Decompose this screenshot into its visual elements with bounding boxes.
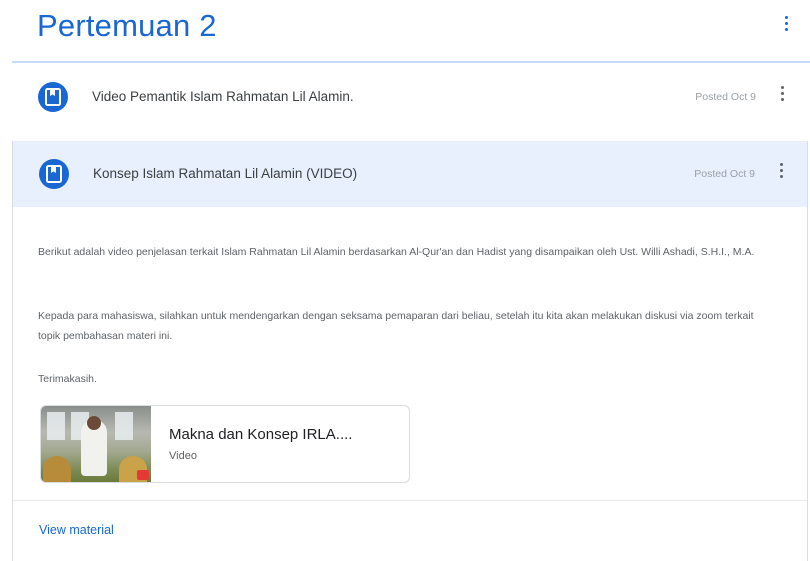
attachment-type: Video [169,450,197,462]
attachment-title: Makna dan Konsep IRLA.... [169,426,353,443]
topic-more-icon[interactable] [778,14,794,36]
material-icon [39,159,69,189]
more-vert-icon[interactable] [773,161,789,183]
posted-date: Posted Oct 9 [694,168,755,180]
topic-title: Pertemuan 2 [37,8,217,43]
youtube-icon [137,470,149,480]
description-paragraph: Kepada para mahasiswa, silahkan untuk me… [38,310,754,342]
posted-date: Posted Oct 9 [695,91,756,103]
material-icon [38,82,68,112]
view-material-link[interactable]: View material [39,523,114,537]
material-title[interactable]: Konsep Islam Rahmatan Lil Alamin (VIDEO) [93,166,357,181]
video-attachment[interactable]: Makna dan Konsep IRLA.... Video [40,405,410,483]
material-item-video-pemantik[interactable]: Video Pemantik Islam Rahmatan Lil Alamin… [12,64,808,130]
more-vert-icon[interactable] [774,84,790,106]
description-paragraph: Terimakasih. [38,373,97,385]
card-divider [13,500,807,501]
description-paragraph: Berikut adalah video penjelasan terkait … [38,246,755,258]
material-title[interactable]: Video Pemantik Islam Rahmatan Lil Alamin… [92,89,354,104]
topic-divider [12,61,810,63]
material-item-konsep[interactable]: Konsep Islam Rahmatan Lil Alamin (VIDEO)… [13,141,807,207]
video-thumbnail [41,406,151,482]
expanded-material-card: Konsep Islam Rahmatan Lil Alamin (VIDEO)… [12,141,808,561]
